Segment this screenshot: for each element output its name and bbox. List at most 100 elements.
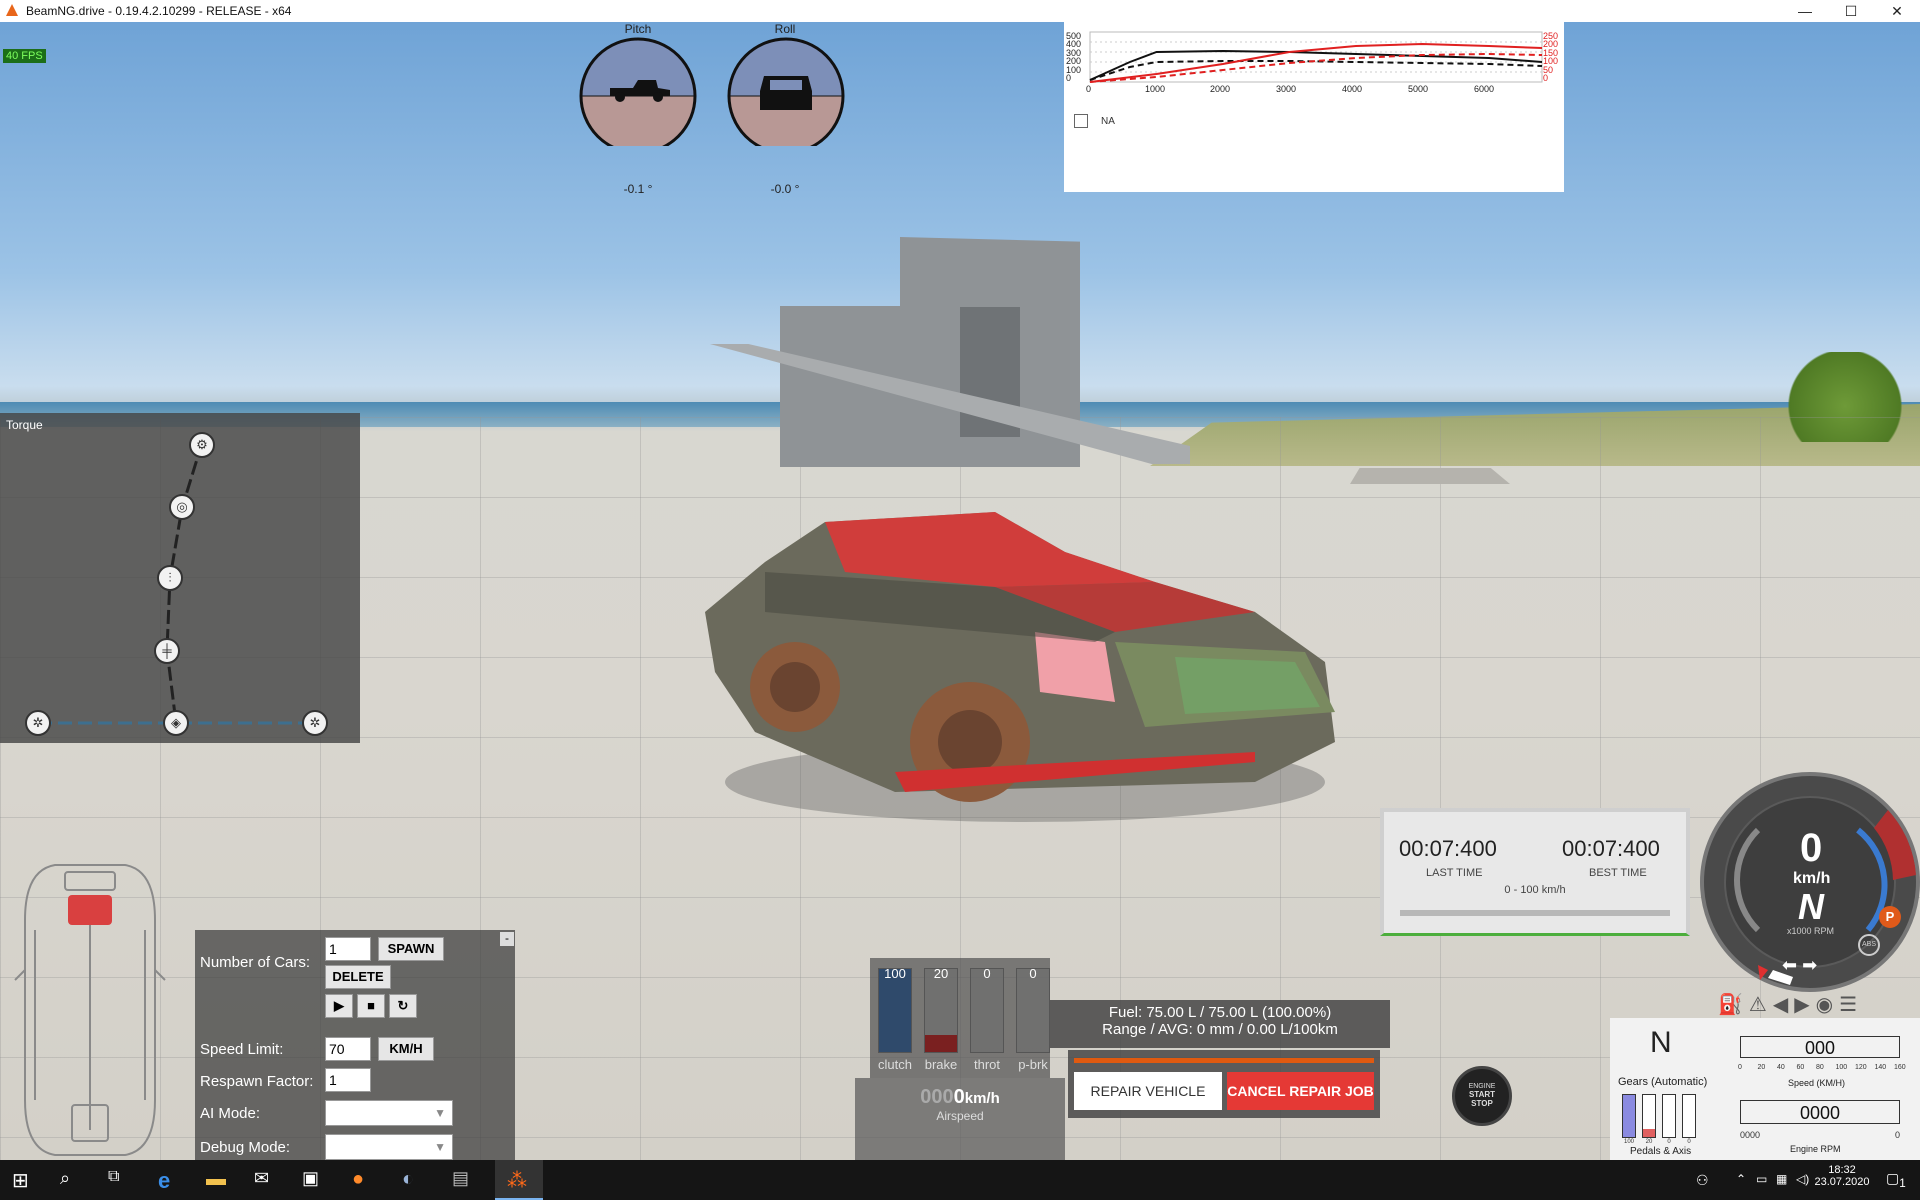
num-cars-input[interactable]: 1 [325,937,371,961]
range-line: Range / AVG: 0 mm / 0.00 L/100km [1102,1021,1338,1038]
debug-mode-select[interactable]: ▼ [325,1134,453,1160]
torque-power-graph [1089,31,1543,83]
na-label: NA [1101,116,1115,127]
turn-signal-icons: ⬅ ➡ [1782,955,1818,975]
right-wheel-icon[interactable]: ✲ [302,710,328,736]
left-wheel-icon[interactable]: ✲ [25,710,51,736]
collapse-button[interactable]: - [500,932,514,946]
na-checkbox[interactable] [1074,114,1088,128]
tray-chevron-icon[interactable]: ⌃ [1736,1172,1746,1186]
mini-pedal-bar [1622,1094,1636,1138]
firefox-icon[interactable]: ● [352,1168,376,1192]
engine-icon[interactable]: ⚙ [189,432,215,458]
driveshaft-icon[interactable]: ╪ [154,638,180,664]
speed-tick: 0 [1738,1064,1742,1071]
pitch-title: Pitch [624,22,652,36]
file-explorer-icon[interactable]: ▬ [206,1168,230,1192]
airspeed-panel: 0000km/h Airspeed [855,1078,1065,1160]
network-icon[interactable]: ▦ [1776,1172,1787,1186]
abs-icon[interactable]: ◉ [1816,994,1839,1016]
dash-gear: N [1798,886,1824,927]
graph-left-axis: 500 400 300 200 100 0 [1066,31,1081,82]
gearbox-icon[interactable]: ⫶ [157,565,183,591]
spawn-button[interactable]: SPAWN [378,937,444,961]
clock-time: 18:32 [1828,1164,1856,1176]
notification-icon[interactable]: ▢1 [1886,1170,1906,1190]
taskbar: ⊞ ⌕ ⧉ e ▬ ✉ ▣ ● ◐ ▤ ⁂ ⚇ ⌃ ▭ ▦ ◁) 18:32 2… [0,1160,1920,1200]
mini-pedal-bars: 100 20 0 0 [1622,1094,1702,1154]
best-time-value: 00:07:400 [1562,836,1660,861]
num-cars-label: Number of Cars: [200,954,311,971]
mail-icon[interactable]: ✉ [254,1168,278,1192]
store-icon[interactable]: ▣ [302,1168,326,1192]
stop-button[interactable]: ■ [357,994,385,1018]
speed-tick: 160 [1894,1064,1906,1071]
x-tick: 1000 [1145,84,1166,94]
gear-indicator: N [1650,1026,1672,1059]
clock-date: 23.07.2020 [1814,1176,1870,1188]
mini-pedal-bar [1682,1094,1696,1138]
headlight-icon[interactable]: ☰ [1839,994,1863,1016]
last-time-label: LAST TIME [1426,867,1483,879]
differential-icon[interactable]: ◈ [163,710,189,736]
right-arrow-icon[interactable]: ▶ [1794,994,1815,1016]
battery-icon[interactable]: ▭ [1756,1172,1767,1186]
photos-icon[interactable]: ▤ [452,1168,476,1192]
maximize-button[interactable]: ☐ [1828,0,1874,22]
mini-pedal-bar [1642,1094,1656,1138]
left-arrow-icon[interactable]: ◀ [1773,994,1794,1016]
speed-tick: 100 [1835,1064,1848,1071]
minimize-button[interactable]: — [1782,0,1828,22]
pitch-gauge [579,37,697,146]
rpm-readout: 0000 [1740,1100,1900,1124]
tray-clock[interactable]: 18:32 23.07.2020 [1812,1164,1872,1188]
edge-browser-icon[interactable]: e [158,1168,182,1193]
engine-start-stop-button[interactable]: ENGINE START STOP [1452,1066,1512,1126]
pedal-value: 20 [933,966,949,981]
airspeed-unit: km/h [964,1090,1000,1107]
torque-power-graph-panel: 500 400 300 200 100 0 250 200 150 100 50… [1064,22,1564,192]
mini-pedal-fill [1643,1128,1655,1137]
play-button[interactable]: ▶ [325,994,353,1018]
pitch-value: -0.1 ° [623,182,653,196]
pedals-axis-label: Pedals & Axis [1630,1146,1692,1157]
task-view-icon[interactable]: ⧉ [108,1168,132,1192]
respawn-input[interactable]: 1 [325,1068,371,1092]
x-tick: 6000 [1474,84,1495,94]
cancel-repair-button[interactable]: CANCEL REPAIR JOB [1227,1072,1374,1110]
volume-icon[interactable]: ◁) [1796,1172,1809,1186]
x-tick: 0 [1086,84,1092,94]
clutch-icon[interactable]: ◎ [169,494,195,520]
windows-start-icon[interactable]: ⊞ [12,1168,36,1192]
ai-mode-select[interactable]: ▼ [325,1100,453,1126]
axis-tick: 0 [1543,73,1549,84]
repair-vehicle-button[interactable]: REPAIR VEHICLE [1074,1072,1222,1110]
speed-limit-input[interactable]: 70 [325,1037,371,1061]
fuel-pump-icon[interactable]: ⛽ [1718,994,1749,1016]
gearbox-panel: N Gears (Automatic) 100 20 0 0 Pedals & Axi… [1610,1018,1920,1160]
search-icon[interactable]: ⌕ [60,1168,84,1192]
speed-tick: 40 [1777,1064,1785,1071]
pedal-fill [879,969,911,1052]
close-button[interactable]: ✕ [1874,0,1920,22]
best-time-label: BEST TIME [1589,867,1647,879]
respawn-label: Respawn Factor: [200,1073,314,1090]
people-icon[interactable]: ⚇ [1696,1172,1709,1189]
rpm-max: 0 [1895,1130,1901,1140]
concrete-building [780,237,1080,467]
delete-button[interactable]: DELETE [325,965,391,989]
beamng-taskbar-button[interactable]: ⁂ [495,1160,543,1200]
x-tick: 2000 [1210,84,1231,94]
vehicle-sedan[interactable] [695,492,1345,822]
speed-tick: 60 [1796,1064,1805,1071]
speed-scale: 0 20 40 60 80 100 120 140 160 [1738,1064,1918,1076]
speed-unit-button[interactable]: KM/H [378,1037,434,1061]
pedal-label: clutch [878,1057,912,1072]
steam-icon[interactable]: ◐ [402,1168,426,1192]
reset-button[interactable]: ↻ [389,994,417,1018]
roll-value: -0.0 ° [770,182,800,196]
beamng-icon: ⁂ [507,1170,527,1192]
abs-indicator-icon: ABS [1858,934,1880,956]
warning-icon[interactable]: ⚠ [1749,994,1773,1016]
graph-right-axis: 250 200 150 100 50 0 [1543,31,1558,84]
